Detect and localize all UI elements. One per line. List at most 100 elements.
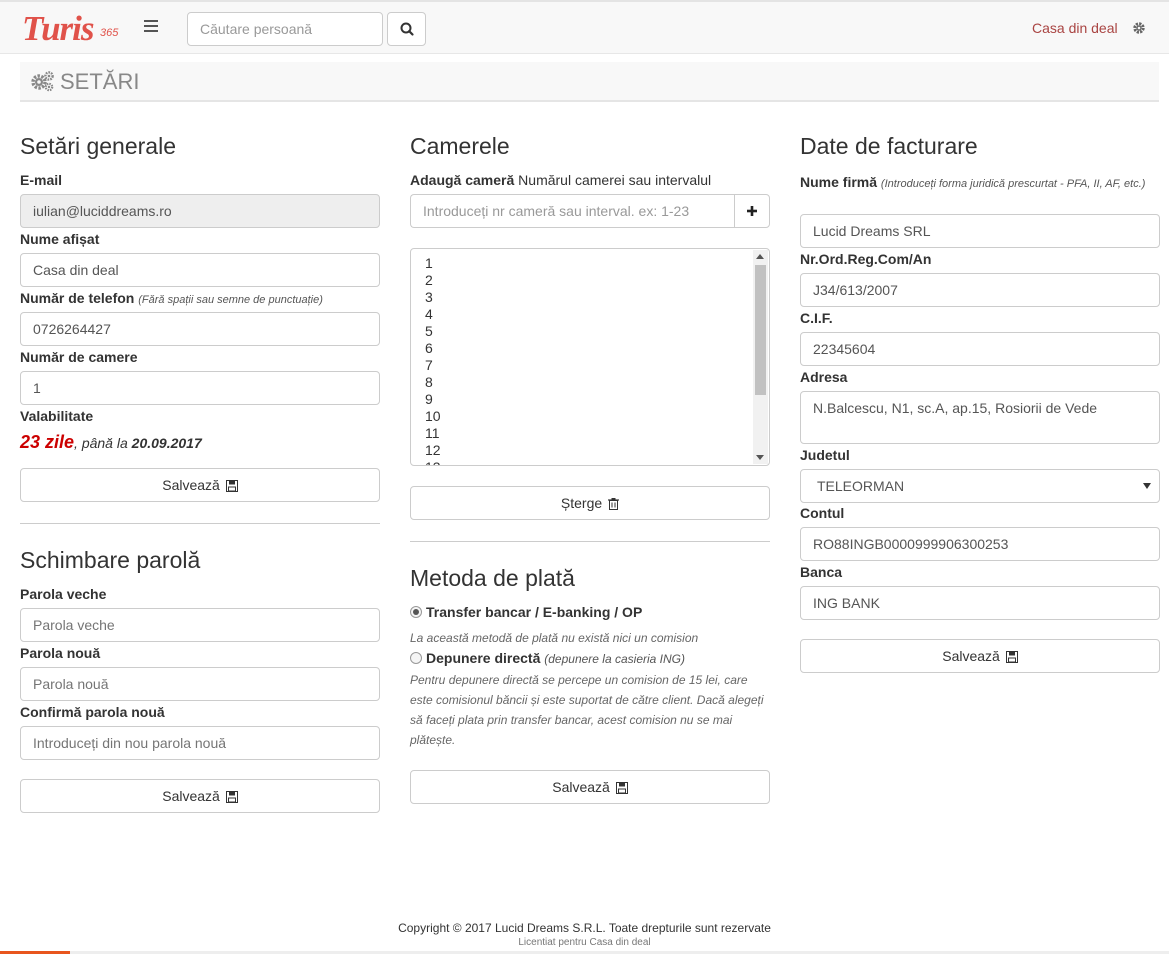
add-room-group: Introduceți nr cameră sau interval. ex: … bbox=[410, 194, 770, 228]
page-header: SETĂRI bbox=[20, 62, 1159, 102]
room-list-item[interactable]: 5 bbox=[425, 323, 441, 340]
radio-transfer[interactable] bbox=[410, 606, 422, 618]
bank-field[interactable]: ING BANK bbox=[800, 586, 1160, 620]
payment-option-transfer[interactable]: Transfer bancar / E-banking / OP bbox=[410, 602, 770, 628]
floppy-icon bbox=[225, 480, 238, 492]
confirm-password-label: Confirmă parola nouă bbox=[20, 704, 165, 720]
validity-mid: , până la bbox=[74, 435, 132, 451]
payment-option-deposit[interactable]: Depunere directă (depunere la casieria I… bbox=[410, 648, 770, 670]
payment-transfer-note: La această metodă de plată nu există nic… bbox=[410, 631, 699, 645]
add-room-label-text: Adaugă cameră bbox=[410, 172, 515, 188]
bank-label: Banca bbox=[800, 564, 843, 580]
scroll-down-icon[interactable] bbox=[756, 455, 764, 460]
account-field[interactable]: RO88INGB0000999906300253 bbox=[800, 527, 1160, 561]
footer: Copyright © 2017 Lucid Dreams S.R.L. Toa… bbox=[0, 920, 1169, 950]
scroll-up-icon[interactable] bbox=[756, 254, 764, 259]
room-list-item[interactable]: 3 bbox=[425, 289, 441, 306]
old-password-label: Parola veche bbox=[20, 586, 107, 602]
room-list-item[interactable]: 2 bbox=[425, 272, 441, 289]
add-room-hint: Numărul camerei sau intervalul bbox=[518, 172, 712, 188]
old-password-field[interactable] bbox=[20, 608, 380, 642]
chevron-down-icon bbox=[1143, 483, 1151, 489]
general-settings-heading: Setări generale bbox=[20, 133, 176, 159]
save-payment-button[interactable]: Salvează bbox=[410, 770, 770, 804]
trash-icon bbox=[608, 498, 620, 510]
save-billing-button[interactable]: Salvează bbox=[800, 639, 1160, 673]
validity-date: 20.09.2017 bbox=[131, 435, 202, 451]
gear-icon[interactable] bbox=[1132, 21, 1146, 35]
page-title: SETĂRI bbox=[60, 69, 140, 94]
search-button[interactable] bbox=[387, 12, 426, 46]
display-name-field[interactable]: Casa din deal bbox=[20, 253, 380, 287]
room-list-item[interactable]: 6 bbox=[425, 340, 441, 357]
add-room-label: Adaugă cameră Numărul camerei sau interv… bbox=[410, 170, 770, 194]
validity-value: 23 zile, până la 20.09.2017 bbox=[20, 430, 380, 468]
add-room-input[interactable]: Introduceți nr cameră sau interval. ex: … bbox=[410, 194, 735, 228]
cif-field[interactable]: 22345604 bbox=[800, 332, 1160, 366]
address-field[interactable]: N.Balcescu, N1, sc.A, ap.15, Rosiorii de… bbox=[800, 391, 1160, 444]
save-password-button[interactable]: Salvează bbox=[20, 779, 380, 813]
email-label: E-mail bbox=[20, 172, 63, 188]
county-select[interactable]: TELEORMAN bbox=[800, 469, 1160, 503]
save-billing-label: Salvează bbox=[942, 648, 1000, 664]
logo[interactable]: Turis 365 bbox=[22, 8, 126, 50]
general-settings-column: Setări generale E-mail iulian@luciddream… bbox=[20, 130, 380, 813]
company-hint: (Introduceți forma juridică prescurtat -… bbox=[880, 178, 1146, 190]
payment-option-deposit-label: Depunere directă bbox=[426, 650, 541, 666]
delete-room-button[interactable]: Șterge bbox=[410, 486, 770, 520]
new-password-field[interactable] bbox=[20, 667, 380, 701]
room-list-item[interactable]: 13 bbox=[425, 459, 441, 465]
room-list-item[interactable]: 11 bbox=[425, 425, 441, 442]
floppy-icon bbox=[225, 791, 238, 803]
rooms-column: Camerele Adaugă cameră Numărul camerei s… bbox=[410, 130, 770, 804]
navbar: Turis 365 Casa din deal bbox=[0, 0, 1169, 54]
rooms-listbox[interactable]: 12345678910111213 bbox=[410, 248, 770, 466]
search-input[interactable] bbox=[187, 12, 383, 46]
new-password-label: Parola nouă bbox=[20, 645, 101, 661]
room-list-item[interactable]: 1 bbox=[425, 255, 441, 272]
payment-heading: Metoda de plată bbox=[410, 565, 575, 591]
payment-deposit-note: Pentru depunere directă se percepe un co… bbox=[410, 673, 764, 747]
county-value: TELEORMAN bbox=[817, 478, 905, 494]
phone-hint: (Fără spații sau semne de punctuație) bbox=[138, 294, 323, 306]
delete-room-label: Șterge bbox=[560, 495, 603, 511]
gears-icon bbox=[31, 71, 54, 92]
hamburger-icon[interactable] bbox=[144, 20, 158, 34]
billing-column: Date de facturare Nume firmă (Introduceț… bbox=[800, 130, 1160, 673]
change-password-heading: Schimbare parolă bbox=[20, 547, 201, 573]
room-list-item[interactable]: 7 bbox=[425, 357, 441, 374]
company-label: Nume firmă (Introduceți forma juridică p… bbox=[800, 170, 1160, 214]
save-general-label: Salvează bbox=[162, 477, 220, 493]
save-password-label: Salvează bbox=[162, 788, 220, 804]
add-room-button[interactable] bbox=[734, 194, 770, 228]
rooms-count-field[interactable]: 1 bbox=[20, 371, 380, 405]
listbox-scrollbar[interactable] bbox=[753, 250, 768, 464]
room-list-item[interactable]: 9 bbox=[425, 391, 441, 408]
rooms-count-label: Număr de camere bbox=[20, 349, 138, 365]
payment-option-transfer-label: Transfer bancar / E-banking / OP bbox=[426, 604, 643, 620]
room-list-item[interactable]: 4 bbox=[425, 306, 441, 323]
room-list-item[interactable]: 10 bbox=[425, 408, 441, 425]
section-divider bbox=[20, 523, 380, 524]
rooms-list: 12345678910111213 bbox=[425, 255, 441, 465]
company-field[interactable]: Lucid Dreams SRL bbox=[800, 214, 1160, 248]
account-label: Contul bbox=[800, 505, 845, 521]
user-menu-link[interactable]: Casa din deal bbox=[1032, 20, 1118, 36]
county-label: Judetul bbox=[800, 447, 850, 463]
logo-text: Turis bbox=[22, 9, 95, 48]
room-list-item[interactable]: 12 bbox=[425, 442, 441, 459]
cif-label: C.I.F. bbox=[800, 310, 833, 326]
save-general-button[interactable]: Salvează bbox=[20, 468, 380, 502]
radio-deposit[interactable] bbox=[410, 652, 422, 664]
phone-field[interactable]: 0726264427 bbox=[20, 312, 380, 346]
reg-field[interactable]: J34/613/2007 bbox=[800, 273, 1160, 307]
company-label-text: Nume firmă bbox=[800, 174, 878, 190]
reg-label: Nr.Ord.Reg.Com/An bbox=[800, 251, 932, 267]
copyright-text: Copyright © 2017 Lucid Dreams S.R.L. Toa… bbox=[398, 921, 771, 935]
room-list-item[interactable]: 8 bbox=[425, 374, 441, 391]
scrollbar-thumb[interactable] bbox=[755, 265, 766, 395]
display-name-label: Nume afișat bbox=[20, 231, 100, 247]
billing-heading: Date de facturare bbox=[800, 133, 978, 159]
confirm-password-field[interactable] bbox=[20, 726, 380, 760]
search-icon bbox=[400, 22, 414, 36]
